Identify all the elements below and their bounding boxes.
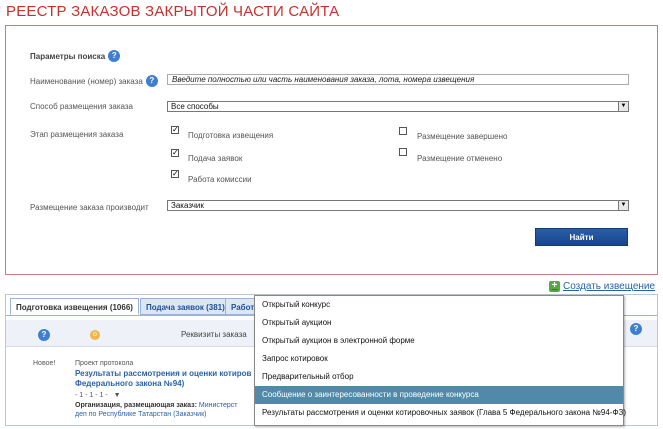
row-department[interactable]: деп по Республике Татарстан (Заказчик) <box>75 411 207 418</box>
stage-label-2: Подача заявок <box>188 154 243 163</box>
method-dropdown-list: Открытый конкурс Открытый аукцион Открыт… <box>254 295 626 426</box>
dropdown-option-highlighted[interactable]: Сообщение о заинтересованности в проведе… <box>255 386 623 404</box>
producer-select[interactable]: Заказчик ▼ <box>167 200 629 211</box>
dropdown-option[interactable]: Открытый аукцион <box>255 314 623 332</box>
create-notice-link[interactable]: + Создать извещение <box>549 281 655 292</box>
dropdown-option[interactable]: Запрос котировок <box>255 350 623 368</box>
search-params-header: Параметры поиска ? <box>30 50 121 62</box>
chevron-down-icon[interactable]: ▼ <box>618 102 628 111</box>
stage-checkbox-2[interactable]: ✓ <box>171 149 179 157</box>
row-title-link[interactable]: Результаты рассмотрения и оценки котиров… <box>75 369 265 389</box>
dropdown-option[interactable]: Открытый конкурс <box>255 296 623 314</box>
help-icon[interactable]: ? <box>145 75 158 87</box>
stage-label-1: Подготовка извещения <box>188 131 274 140</box>
stage-label-5: Размещение отменено <box>417 154 503 163</box>
stage-label: Этап размещения заказа <box>30 130 124 139</box>
org-value[interactable]: Министерст <box>199 402 238 409</box>
method-select[interactable]: Все способы ▼ <box>167 101 629 112</box>
order-name-label: Наименование (номер) заказа ? <box>30 75 158 87</box>
create-notice-label[interactable]: Создать извещение <box>563 281 655 292</box>
method-select-value: Все способы <box>171 102 219 111</box>
producer-label: Размещение заказа производит <box>30 203 149 212</box>
search-panel: Параметры поиска ? Наименование (номер) … <box>5 25 658 275</box>
stage-label-4: Размещение завершено <box>417 132 508 141</box>
row-type: Проект протокола <box>75 360 134 367</box>
row-status: Новое! <box>33 360 56 367</box>
help-icon[interactable]: ? <box>630 323 642 335</box>
plus-icon: + <box>549 281 560 292</box>
stage-label-3: Работа комиссии <box>188 175 252 184</box>
dropdown-option[interactable]: Предварительный отбор <box>255 368 623 386</box>
help-icon[interactable]: ? <box>108 50 121 62</box>
search-params-label: Параметры поиска <box>30 51 106 61</box>
row-organization: Организация, размещающая заказ: Министер… <box>75 402 238 409</box>
stage-checkbox-3[interactable]: ✓ <box>171 170 179 178</box>
stage-checkbox-1[interactable]: ✓ <box>171 126 179 134</box>
dropdown-option[interactable]: Открытый аукцион в электронной форме <box>255 332 623 350</box>
chevron-down-icon[interactable]: ▼ <box>114 392 121 399</box>
stage-checkbox-5[interactable] <box>399 148 407 156</box>
tab-applications[interactable]: Подача заявок (381) <box>140 298 231 315</box>
find-button[interactable]: Найти <box>535 228 628 246</box>
help-icon[interactable]: ? <box>38 329 50 341</box>
dropdown-option[interactable]: Результаты рассмотрения и оценки котиров… <box>255 404 626 422</box>
method-label: Способ размещения заказа <box>30 102 133 111</box>
tab-preparation[interactable]: Подготовка извещения (1066) <box>10 298 139 315</box>
page-title: РЕЕСТР ЗАКАЗОВ ЗАКРЫТОЙ ЧАСТИ САЙТА <box>6 3 340 20</box>
stage-checkbox-4[interactable] <box>399 127 407 135</box>
requisites-header: Реквизиты заказа <box>181 330 247 339</box>
org-label: Организация, размещающая заказ: <box>75 402 197 409</box>
chevron-down-icon[interactable]: ▼ <box>618 201 628 210</box>
producer-select-value: Заказчик <box>171 201 204 210</box>
row-number: - 1 - 1 - 1 - ▼ <box>75 392 121 399</box>
info-circle-icon: o <box>90 330 100 340</box>
order-name-input[interactable]: Введите полностью или часть наименования… <box>167 74 629 85</box>
